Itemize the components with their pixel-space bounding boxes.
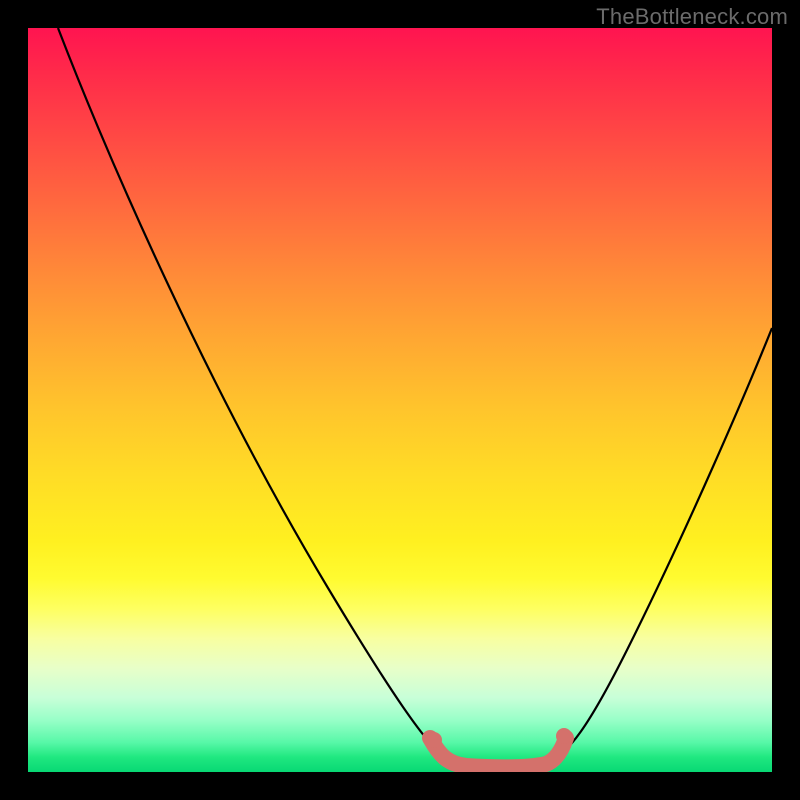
bottleneck-curve xyxy=(58,28,772,766)
watermark-text: TheBottleneck.com xyxy=(596,4,788,30)
optimal-marker-dot-left xyxy=(426,732,442,748)
optimal-marker-dot-right xyxy=(556,728,572,744)
chart-frame: TheBottleneck.com xyxy=(0,0,800,800)
optimal-band-marker xyxy=(430,738,566,767)
bottleneck-chart-svg xyxy=(28,28,772,772)
chart-plot-area xyxy=(28,28,772,772)
